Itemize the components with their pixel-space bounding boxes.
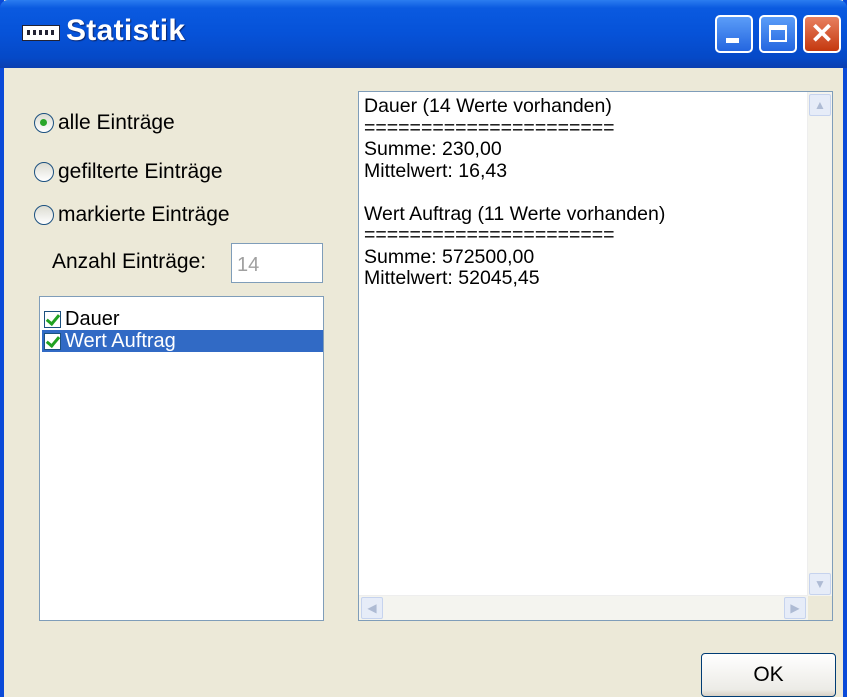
statistics-output[interactable]: Dauer (14 Werte vorhanden) =============… [358,91,833,621]
radio-all-entries[interactable]: alle Einträge [34,108,175,138]
radio-label: alle Einträge [58,111,175,134]
radio-label: markierte Einträge [58,203,230,226]
scroll-up-icon[interactable]: ▲ [809,94,831,116]
title-bar[interactable]: Statistik ✕ [0,0,847,68]
entry-count-label: Anzahl Einträge: [52,250,207,273]
vertical-scrollbar[interactable]: ▲ ▼ [807,92,832,597]
window-title: Statistik [66,14,186,47]
radio-marked-entries[interactable]: markierte Einträge [34,200,230,230]
scroll-left-icon[interactable]: ◀ [361,597,383,619]
checkbox-icon[interactable] [44,332,61,350]
scroll-right-icon[interactable]: ▶ [784,597,806,619]
radio-icon[interactable] [34,113,54,133]
minimize-icon [726,38,739,43]
checkbox-icon[interactable] [44,310,61,328]
entry-count-field: 14 [231,243,323,283]
scroll-down-icon[interactable]: ▼ [809,573,831,595]
radio-icon[interactable] [34,205,54,225]
statistik-dialog: Statistik ✕ alle Einträge gefilterte Ein… [0,0,847,697]
fields-checklist[interactable]: Dauer Wert Auftrag [39,296,324,621]
ok-button[interactable]: OK [701,653,836,697]
list-item-label: Dauer [65,307,120,330]
radio-label: gefilterte Einträge [58,160,223,183]
statistics-text: Dauer (14 Werte vorhanden) =============… [364,95,666,289]
list-item-dauer[interactable]: Dauer [42,308,323,330]
list-item-label: Wert Auftrag [65,329,176,352]
minimize-button[interactable] [715,15,753,53]
close-icon: ✕ [810,18,834,49]
radio-filtered-entries[interactable]: gefilterte Einträge [34,157,223,187]
maximize-icon [769,25,787,42]
app-icon [22,25,60,41]
list-item-wert-auftrag[interactable]: Wert Auftrag [42,330,323,352]
close-button[interactable]: ✕ [803,15,841,53]
horizontal-scrollbar[interactable]: ◀ ▶ [359,595,808,620]
scrollbar-corner [808,596,832,620]
maximize-button[interactable] [759,15,797,53]
radio-icon[interactable] [34,162,54,182]
